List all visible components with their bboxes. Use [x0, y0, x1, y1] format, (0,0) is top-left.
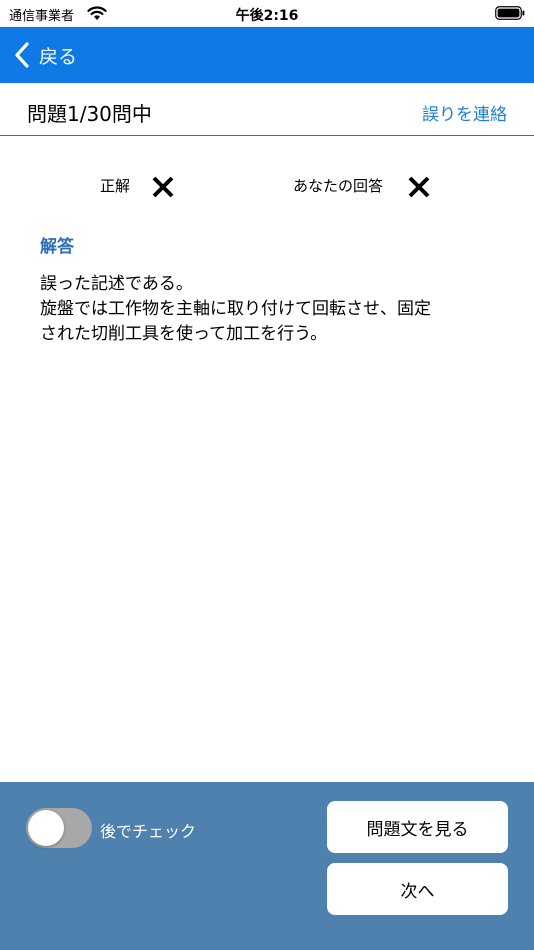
cross-icon [152, 176, 174, 198]
answer-screen: 通信事業者 午後2:16 戻る 問題1/30問中 誤りを連絡 正解 あなたの回答 [0, 0, 534, 950]
answer-line: 旋盤では工作物を主軸に取り付けて回転させ、固定 [40, 299, 431, 319]
footer-toolbar: 後でチェック 問題文を見る 次へ [0, 782, 534, 950]
question-counter: 問題1/30問中 [27, 102, 152, 126]
your-answer-label: あなたの回答 [293, 177, 384, 195]
answer-explanation: 誤った記述である。 旋盤では工作物を主軸に取り付けて回転させ、固定 された切削工… [40, 272, 500, 347]
cross-icon [408, 176, 430, 198]
report-error-link[interactable]: 誤りを連絡 [422, 100, 507, 125]
back-button[interactable]: 戻る [14, 27, 77, 83]
chevron-left-icon [15, 42, 29, 68]
answer-line: された切削工具を使って加工を行う。 [40, 324, 328, 344]
question-header: 問題1/30問中 誤りを連絡 [0, 83, 534, 136]
battery-icon [495, 6, 525, 20]
next-button[interactable]: 次へ [327, 863, 508, 915]
answer-heading: 解答 [40, 237, 74, 257]
answer-line: 誤った記述である。 [40, 274, 193, 294]
status-bar: 通信事業者 午後2:16 [0, 0, 534, 27]
correct-answer-label: 正解 [100, 177, 131, 195]
status-time: 午後2:16 [235, 8, 299, 24]
toggle-knob [28, 810, 64, 846]
check-later-toggle[interactable] [26, 808, 92, 848]
back-label: 戻る [39, 45, 78, 68]
check-later-label: 後でチェック [100, 822, 197, 841]
view-question-button[interactable]: 問題文を見る [327, 801, 508, 853]
navigation-bar: 戻る [0, 27, 534, 83]
